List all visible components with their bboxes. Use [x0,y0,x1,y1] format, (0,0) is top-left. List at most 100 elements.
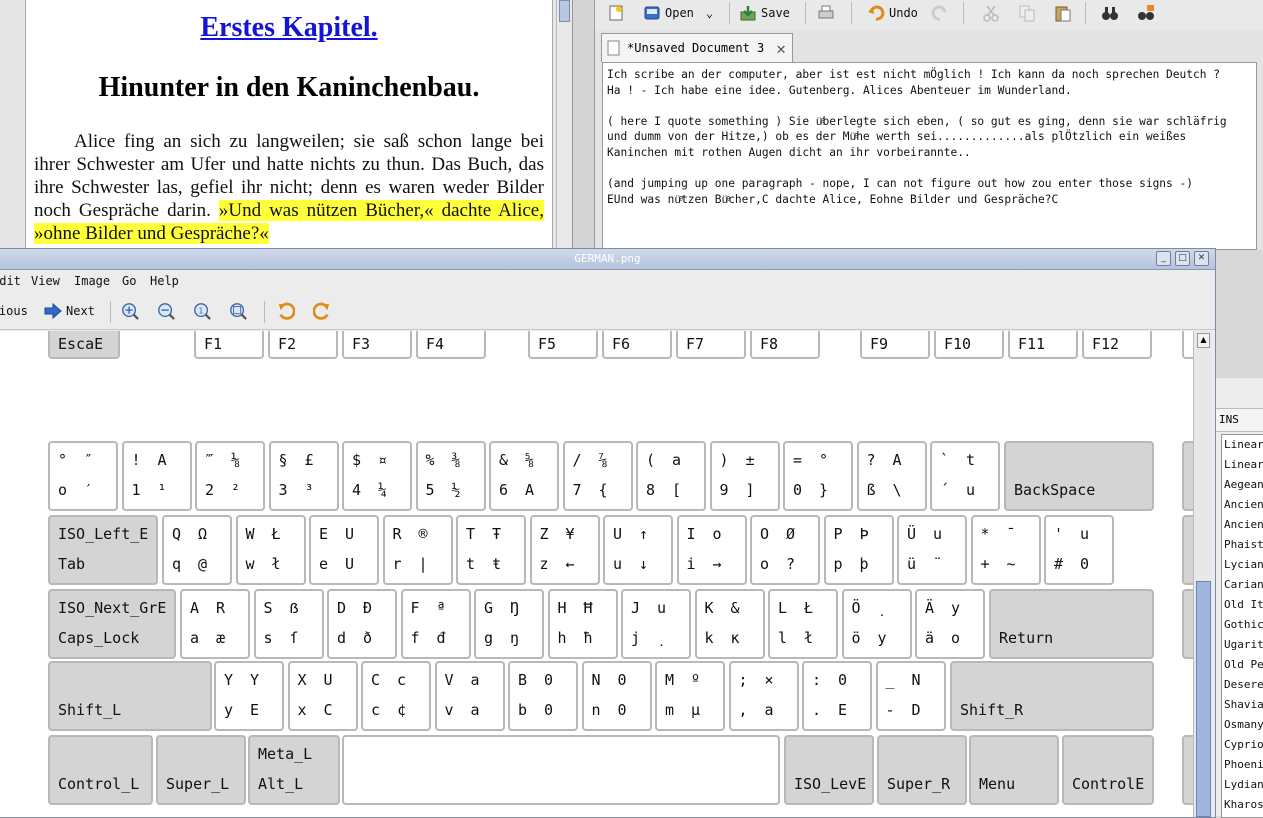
key-label: = [793,451,803,469]
maximize-icon[interactable]: □ [1175,251,1190,266]
key-label: \ [892,481,902,499]
editor-text-area[interactable]: Ich scribe an der computer, aber ist est… [602,62,1257,250]
zoom-out-button[interactable] [157,300,175,322]
script-list-item[interactable]: Phoenician [1222,755,1263,775]
script-list-item[interactable]: Ancient [1222,515,1263,535]
key-label: ⅞ [598,451,608,469]
keyboard-key: F4 [416,331,486,359]
script-list-item[interactable]: Linear B [1222,435,1263,455]
script-list-item[interactable]: Carian [1222,575,1263,595]
save-button[interactable]: Save [739,2,790,24]
key-label: 7 [572,481,582,499]
copy-button[interactable] [1018,2,1036,24]
script-list-item[interactable]: Deseret [1222,675,1263,695]
keyboard-key: _ N - D [875,661,946,731]
key-label: Control_L [58,775,140,793]
key-label: þ [859,555,869,573]
keyboard-key: % ⅜ 5 ½ [415,441,486,511]
script-list-item[interactable]: Linear B [1222,455,1263,475]
zoom-normal-button[interactable]: 1 [193,300,211,322]
find-button[interactable] [1101,2,1119,24]
viewer-vertical-scrollbar[interactable]: ▲ [1193,331,1212,817]
key-label: c [371,701,381,719]
chapter-title-link[interactable]: Erstes Kapitel. [26,12,552,44]
key-label: ° [819,451,829,469]
cut-button[interactable] [982,2,1000,24]
menu-view[interactable]: View [31,274,60,288]
keyboard-key: ‴ ⅛ 2 ² [195,441,265,511]
script-list-item[interactable]: Lydian [1222,775,1263,795]
menu-go[interactable]: Go [122,274,136,288]
script-list-item[interactable]: Shavian [1222,695,1263,715]
key-label: U [345,525,355,543]
key-label: t [966,451,976,469]
key-label: Ω [198,525,208,543]
rotate-right-button[interactable] [313,300,331,322]
key-label: w [245,555,255,573]
rotate-left-button[interactable] [277,300,295,322]
keyboard-key: LŁlł [768,589,838,659]
key-label: e [319,555,329,573]
key-label: ® [418,525,428,543]
script-list-item[interactable]: Phaistos [1222,535,1263,555]
key-label: v [444,701,454,719]
key-label: s [263,629,273,647]
key-label: g [484,629,494,647]
zoom-fit-icon [230,303,247,320]
next-button[interactable]: Next [44,300,95,322]
menu-image[interactable]: Image [74,274,110,288]
script-list-item[interactable]: Lycian [1222,555,1263,575]
viewer-titlebar[interactable]: GERMAN.png _ □ ✕ [0,249,1215,270]
print-button[interactable] [817,2,835,24]
script-list[interactable]: Linear BLinear BAegeanAncientAncientPhai… [1221,434,1263,818]
key-label: ° [58,451,68,469]
minimize-icon[interactable]: _ [1156,251,1171,266]
script-list-item[interactable]: Old Persian [1222,655,1263,675]
key-label: a [470,701,480,719]
paste-button[interactable] [1054,2,1072,24]
key-label: ′ [84,481,94,499]
script-list-item[interactable]: Aegean [1222,475,1263,495]
key-label: § [278,451,288,469]
script-list-item[interactable]: Gothic [1222,615,1263,635]
close-tab-icon[interactable]: ✕ [776,39,786,58]
open-button[interactable]: Open ⌄ [643,2,713,24]
new-document-button[interactable] [607,2,625,24]
key-label: ŋ [510,629,520,647]
keyboard-key: Juj̣ [621,589,691,659]
zoom-fit-button[interactable] [229,300,247,322]
find-replace-button[interactable] [1137,2,1155,24]
close-window-icon[interactable]: ✕ [1194,251,1209,266]
copy-icon [1019,5,1035,22]
script-list-item[interactable]: Old Italic [1222,595,1263,615]
script-list-item[interactable]: Osmanya [1222,715,1263,735]
key-label: , [738,701,748,719]
find-replace-icon [1138,5,1154,20]
undo-button[interactable]: Undo [867,2,918,24]
script-list-item[interactable]: Kharoshthi [1222,795,1263,815]
script-list-item[interactable]: Ancient [1222,495,1263,515]
key-label: K [704,599,714,617]
keyboard-key: GŊgŋ [474,589,544,659]
book-scrollbar[interactable] [556,0,571,250]
menu-edit[interactable]: Edit [0,274,21,288]
key-label: E [319,525,329,543]
scroll-thumb[interactable] [559,0,570,22]
key-label: F4 [426,335,445,353]
script-list-item[interactable]: Cypriot [1222,735,1263,755]
text-editor-window: Open ⌄ Save Undo *Unsaved Document 3 ✕ I… [594,0,1263,250]
zoom-in-button[interactable] [121,300,139,322]
document-tab[interactable]: *Unsaved Document 3 ✕ [601,33,793,62]
scroll-up-icon[interactable]: ▲ [1197,333,1210,348]
previous-button[interactable]: Previous [0,300,28,322]
open-dropdown-icon[interactable]: ⌄ [706,6,713,20]
keyboard-key [1182,589,1193,659]
key-label: F6 [612,335,631,353]
scroll-thumb[interactable] [1196,581,1211,817]
key-label: ¥ [565,525,575,543]
keyboard-key: Menu [969,735,1059,805]
key-label: q [172,555,182,573]
redo-button[interactable] [931,2,949,24]
menu-help[interactable]: Help [150,274,179,288]
script-list-item[interactable]: Ugaritic [1222,635,1263,655]
